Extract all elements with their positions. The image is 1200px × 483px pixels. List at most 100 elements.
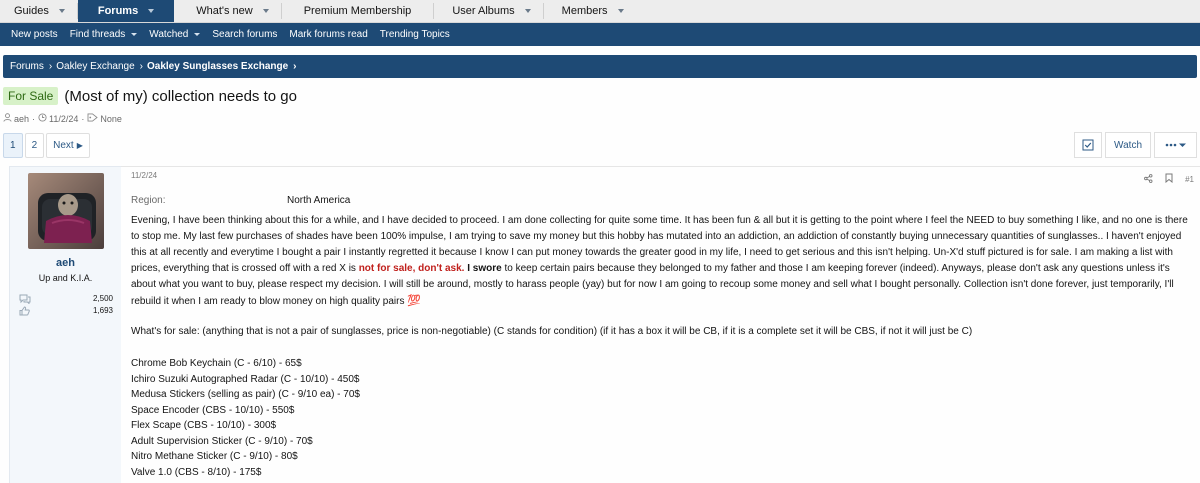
nav-tab-label: User Albums: [452, 5, 515, 17]
chevron-down-icon[interactable]: [131, 33, 138, 36]
next-page-button[interactable]: Next ▶: [46, 132, 90, 158]
region-label: Region:: [131, 195, 166, 206]
page-1-button[interactable]: 1: [3, 132, 23, 158]
messages-count: 2,500: [92, 294, 113, 303]
subnav-watched[interactable]: Watched: [149, 29, 201, 40]
pager-row: 1 2 Next ▶ Watch: [0, 132, 1200, 158]
nav-tab-label: Guides: [14, 5, 49, 17]
subnav-mark-forums-read[interactable]: Mark forums read: [289, 29, 367, 40]
subnav-label: Trending Topics: [379, 29, 450, 40]
select-checkbox-button[interactable]: [1074, 132, 1103, 158]
share-icon[interactable]: [1144, 173, 1153, 185]
subnav-search-forums[interactable]: Search forums: [212, 29, 277, 40]
nav-tab-user-albums[interactable]: User Albums: [434, 0, 542, 22]
thread-prefix-badge[interactable]: For Sale: [3, 87, 59, 105]
breadcrumb: Forums › Oakley Exchange › Oakley Sunglass…: [3, 55, 1197, 78]
region-field: Region: North America: [131, 195, 1200, 206]
user-icon: [3, 113, 12, 124]
post-user-panel: aeh Up and K.I.A. 2,500 1,693: [9, 166, 121, 483]
post-text-bold: I swore: [467, 263, 502, 274]
list-item: Flex Scape (CBS - 10/10) - 300$: [131, 420, 277, 431]
sale-item-list: Chrome Bob Keychain (C - 6/10) - 65$ Ich…: [131, 356, 1200, 480]
clock-icon: [38, 113, 47, 124]
reactions-count: 1,693: [92, 306, 113, 315]
nav-tab-label: Members: [561, 5, 608, 17]
region-value: North America: [287, 195, 351, 206]
nav-tab-whats-new[interactable]: What's new: [174, 0, 281, 22]
post-text-highlight: not for sale, don't ask.: [358, 263, 465, 274]
bookmark-icon[interactable]: [1165, 173, 1173, 185]
tag-icon: [87, 113, 99, 124]
nav-tab-members[interactable]: Members: [544, 0, 636, 22]
post-paragraph: Evening, I have been thinking about this…: [131, 213, 1200, 310]
more-options-icon: [1165, 143, 1186, 147]
post-number[interactable]: #1: [1185, 175, 1194, 184]
list-item: Adult Supervision Sticker (C - 9/10) - 7…: [131, 435, 313, 447]
chevron-down-icon[interactable]: [524, 9, 531, 13]
nav-tab-label: Premium Membership: [303, 5, 412, 17]
pagination: 1 2 Next ▶: [3, 132, 92, 158]
more-options-button[interactable]: [1154, 132, 1197, 158]
post-username[interactable]: aeh: [10, 257, 121, 269]
chevron-right-icon: ›: [139, 61, 143, 72]
watch-button[interactable]: Watch: [1105, 132, 1151, 158]
chevron-down-icon[interactable]: [148, 9, 155, 13]
nav-tab-guides[interactable]: Guides: [0, 0, 77, 22]
chevron-down-icon[interactable]: [617, 9, 624, 13]
thumbs-up-icon: [19, 306, 30, 318]
subnav-label: Watched: [149, 29, 189, 40]
breadcrumb-label: Forums: [10, 61, 44, 72]
post-date[interactable]: 11/2/24: [131, 171, 157, 187]
post-meta: 11/2/24 #1: [131, 167, 1200, 187]
user-stat-reactions: 1,693: [10, 306, 121, 318]
post-tools: #1: [1132, 171, 1200, 187]
nav-tab-premium-membership[interactable]: Premium Membership: [282, 0, 434, 22]
chevron-right-icon: ›: [293, 61, 297, 72]
nav-tab-label: What's new: [196, 5, 253, 17]
hundred-points-emoji: 💯: [407, 295, 421, 307]
separator: ·: [81, 113, 85, 124]
sub-navigation: New posts Find threads Watched Search fo…: [0, 23, 1200, 46]
subnav-find-threads[interactable]: Find threads: [70, 29, 138, 40]
thread-meta: aeh · 11/2/24 · None: [3, 113, 1200, 124]
subnav-trending-topics[interactable]: Trending Topics: [380, 29, 450, 40]
checkbox-icon: [1082, 139, 1094, 151]
chevron-right-icon: ›: [48, 61, 53, 72]
avatar[interactable]: [27, 173, 104, 249]
list-item: Medusa Stickers (selling as pair) (C - 9…: [131, 389, 360, 400]
user-title: Up and K.I.A.: [38, 273, 93, 283]
messages-icon: [19, 294, 31, 306]
separator: ·: [32, 113, 36, 124]
breadcrumb-item[interactable]: Oakley Sunglasses Exchange ›: [147, 61, 301, 72]
subnav-label: Mark forums read: [289, 29, 368, 40]
list-item: Valve 1.0 (CBS - 8/10) - 175$: [131, 466, 262, 478]
subnav-new-posts[interactable]: New posts: [11, 29, 58, 40]
thread-author[interactable]: aeh: [14, 114, 29, 124]
breadcrumb-item[interactable]: Forums ›: [10, 61, 56, 72]
subnav-label: Find threads: [69, 29, 126, 40]
list-item: Space Encoder (CBS - 10/10) - 550$: [131, 404, 295, 416]
user-stat-messages: 2,500: [10, 294, 121, 306]
post-body: 11/2/24 #1 Region: North America Evening…: [121, 166, 1200, 483]
thread-tags: None: [100, 113, 122, 124]
post: aeh Up and K.I.A. 2,500 1,693 11/2/24 #1…: [9, 166, 1200, 483]
page-title: (Most of my) collection needs to go: [64, 87, 297, 105]
subnav-label: Search forums: [212, 29, 278, 40]
breadcrumb-label: Oakley Exchange: [56, 61, 135, 72]
thread-date[interactable]: 11/2/24: [49, 114, 78, 124]
thread-actions: Watch: [1071, 132, 1197, 158]
chevron-down-icon[interactable]: [58, 9, 65, 13]
thread-title-row: For Sale (Most of my) collection needs t…: [3, 87, 1200, 105]
breadcrumb-label: Oakley Sunglasses Exchange: [146, 61, 289, 72]
for-sale-note: What's for sale: (anything that is not a…: [131, 326, 973, 337]
subnav-label: New posts: [11, 29, 58, 40]
list-item: Ichiro Suzuki Autographed Radar (C - 10/…: [131, 373, 360, 385]
chevron-down-icon[interactable]: [262, 9, 269, 13]
nav-tab-label: Forums: [97, 5, 139, 17]
nav-tab-forums[interactable]: Forums: [77, 0, 175, 22]
page-2-button[interactable]: 2: [24, 132, 45, 158]
caret-right-icon: ▶: [76, 140, 83, 150]
list-item: Chrome Bob Keychain (C - 6/10) - 65$: [131, 358, 302, 369]
chevron-down-icon[interactable]: [194, 33, 201, 36]
breadcrumb-item[interactable]: Oakley Exchange ›: [56, 61, 147, 72]
